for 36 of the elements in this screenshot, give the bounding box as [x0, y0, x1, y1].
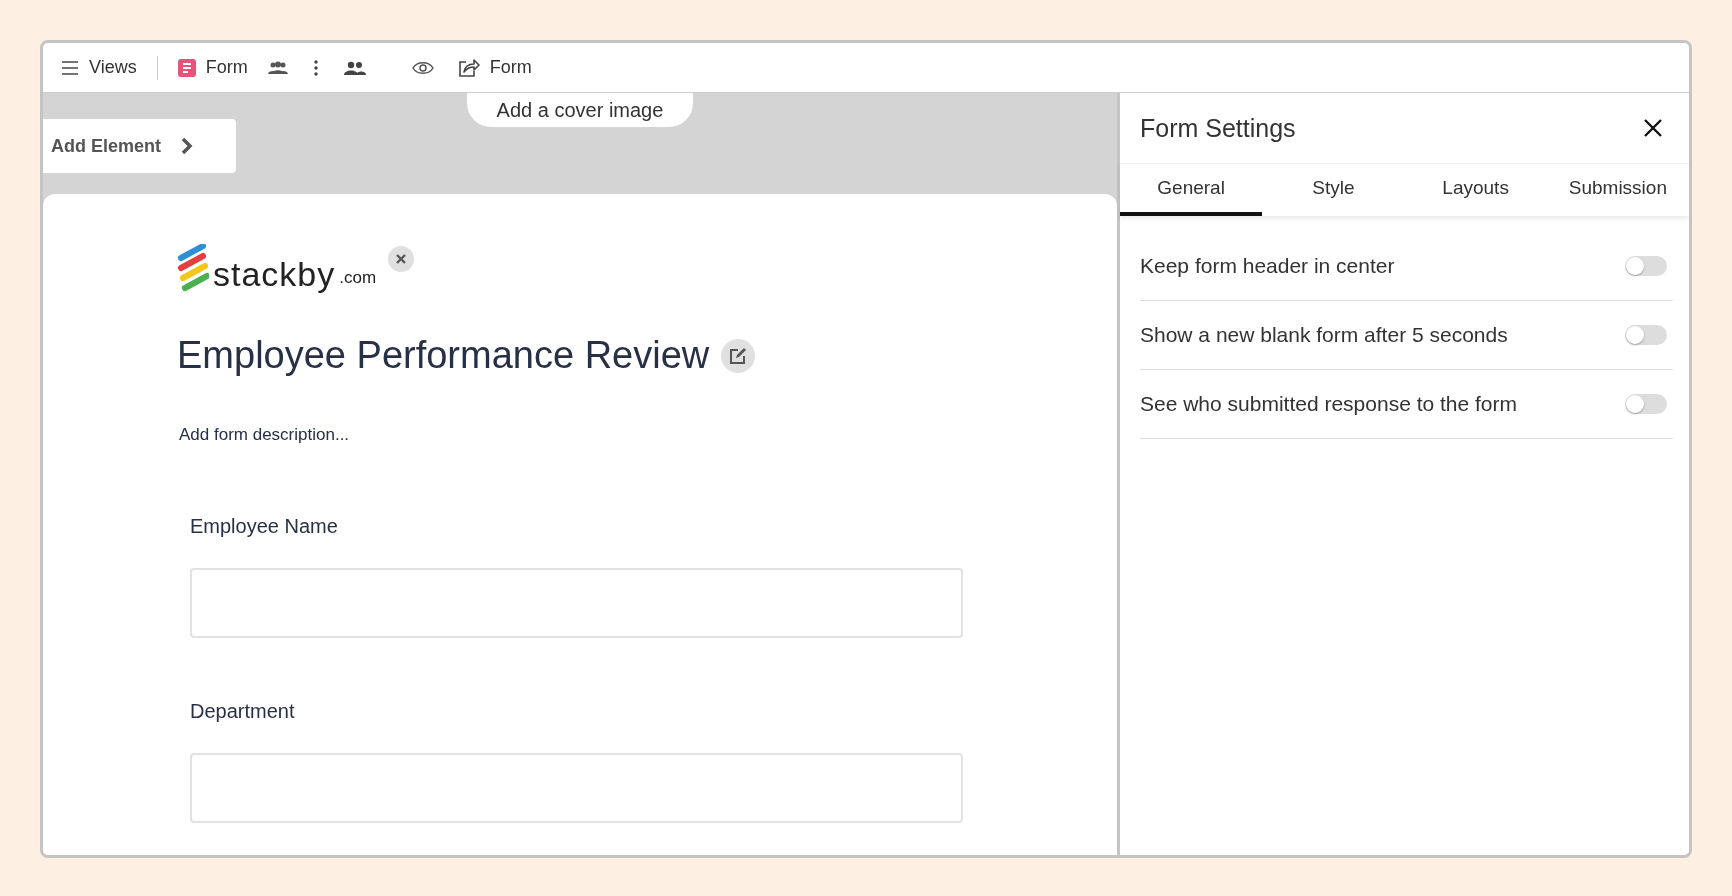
share-form-button[interactable]: Form — [457, 57, 532, 78]
form-icon — [177, 58, 196, 77]
form-description-placeholder[interactable]: Add form description... — [179, 425, 1117, 445]
view-tab[interactable]: Form — [177, 57, 248, 78]
remove-logo-button[interactable] — [388, 246, 415, 272]
setting-label: Show a new blank form after 5 seconds — [1140, 323, 1508, 347]
panel-title: Form Settings — [1140, 113, 1296, 143]
toggle-switch[interactable] — [1625, 256, 1667, 276]
close-icon[interactable] — [1643, 118, 1663, 138]
form-title: Employee Performance Review — [177, 334, 710, 377]
setting-label: Keep form header in center — [1140, 254, 1395, 278]
chevron-right-icon — [181, 137, 193, 155]
people-icon[interactable] — [343, 60, 366, 75]
edit-title-button[interactable] — [721, 338, 756, 373]
settings-tab[interactable]: General — [1120, 164, 1263, 216]
settings-tab[interactable]: Style — [1262, 164, 1405, 216]
setting-label: See who submitted response to the form — [1140, 392, 1518, 416]
text-input-field[interactable] — [190, 568, 963, 638]
group-icon[interactable] — [267, 60, 288, 75]
add-cover-image-button[interactable]: Add a cover image — [467, 93, 693, 127]
menu-icon — [61, 60, 79, 75]
stackby-logo: stackby.com — [177, 244, 377, 294]
settings-tab[interactable]: Layouts — [1404, 164, 1547, 216]
settings-tab[interactable]: Submission — [1546, 164, 1689, 216]
views-button[interactable]: Views — [61, 57, 137, 78]
share-icon — [457, 57, 480, 78]
eye-icon[interactable] — [411, 60, 434, 75]
edit-icon — [729, 346, 748, 365]
add-element-button[interactable]: Add Element — [43, 119, 236, 173]
toggle-switch[interactable] — [1625, 394, 1667, 414]
toggle-switch[interactable] — [1625, 325, 1667, 345]
field-label: Employee Name — [190, 515, 339, 538]
more-icon[interactable] — [313, 59, 318, 76]
field-label: Department — [190, 700, 296, 723]
text-input-field[interactable] — [190, 753, 963, 823]
close-icon — [396, 254, 407, 264]
